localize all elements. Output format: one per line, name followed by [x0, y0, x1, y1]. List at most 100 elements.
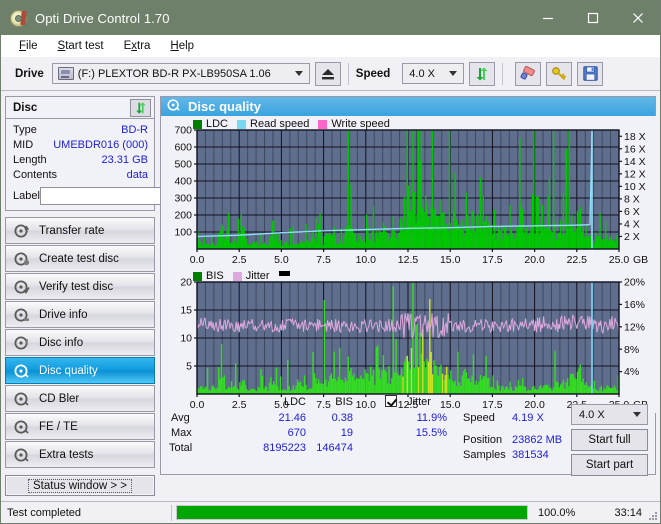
legend-swatch-jitter	[232, 271, 242, 281]
disc-bler-icon	[14, 391, 30, 407]
svg-text:17.5: 17.5	[482, 254, 503, 266]
disc-row-mid: MID UMEBDR016 (000)	[13, 137, 148, 152]
eraser-button[interactable]	[515, 61, 542, 86]
stats-row-avg-name: Avg	[171, 412, 190, 424]
svg-text:4%: 4%	[624, 366, 639, 378]
disc-create-icon	[14, 251, 30, 267]
speed-select-bottom[interactable]: 4.0 X	[571, 404, 648, 425]
svg-text:2 X: 2 X	[624, 231, 640, 243]
menu-item-help[interactable]: Help	[160, 38, 204, 54]
legend-swatch-write-speed	[318, 119, 328, 129]
sidebar-item-disc-info[interactable]: Disc info	[5, 329, 155, 356]
sidebar-item-cd-bler[interactable]: CD Bler	[5, 385, 155, 412]
menu-item-start-test[interactable]: Start test	[48, 38, 114, 54]
app-icon	[10, 9, 27, 27]
svg-text:7.5: 7.5	[316, 254, 331, 266]
disc-key-length: Length	[13, 153, 47, 166]
sidebar-item-verify-test-disc[interactable]: Verify test disc	[5, 273, 155, 300]
sidebar-label-create-test-disc: Create test disc	[39, 252, 119, 265]
svg-text:600: 600	[174, 142, 192, 154]
legend-label-write-speed: Write speed	[331, 118, 390, 130]
disc-fete-icon	[14, 419, 30, 435]
jitter-checkbox[interactable]	[385, 395, 397, 407]
legend-item-jitter: Jitter	[232, 270, 270, 282]
sidebar-label-disc-info: Disc info	[39, 336, 84, 349]
disc-label-caption: Label	[13, 190, 40, 202]
disc-value-contents: data	[126, 168, 148, 181]
legend-swatch-bis	[193, 271, 202, 281]
svg-text:400: 400	[174, 176, 192, 188]
toolbar-divider	[347, 62, 349, 85]
start-full-button[interactable]: Start full	[571, 429, 648, 451]
legend-label-ldc: LDC	[206, 118, 229, 130]
key-button[interactable]	[546, 61, 573, 86]
stats-avg-jitter: 11.9%	[416, 412, 447, 424]
disc-key-type: Type	[13, 123, 37, 136]
speed-select[interactable]: 4.0 X	[402, 63, 465, 84]
save-button[interactable]	[577, 61, 604, 86]
disc-info-icon	[14, 335, 30, 351]
sidebar-item-disc-quality[interactable]: Disc quality	[5, 357, 155, 384]
svg-text:6 X: 6 X	[624, 206, 640, 218]
eject-button[interactable]	[314, 61, 341, 86]
sidebar-item-extra-tests[interactable]: Extra tests	[5, 441, 155, 468]
statistics-area: LDC BIS Jitter Avg 21.46 0.38 11.9% Max …	[161, 394, 655, 476]
disc-value-type: BD-R	[121, 123, 148, 136]
svg-text:18 X: 18 X	[624, 131, 646, 143]
legend-label-jitter: Jitter	[245, 270, 270, 282]
start-part-button[interactable]: Start part	[571, 454, 648, 476]
disc-row-contents: Contents data	[13, 167, 148, 182]
svg-text:100: 100	[174, 227, 192, 239]
maximize-button[interactable]	[570, 1, 615, 35]
disc-key-contents: Contents	[13, 168, 58, 181]
close-button[interactable]	[615, 1, 660, 35]
minimize-button[interactable]	[525, 1, 570, 35]
menu-item-extra[interactable]: Extra	[114, 38, 161, 54]
bis-chart: BIS Jitter 0.0 2.5 5.0 7.5 10.0 12.5 15.0 17.5 2…	[161, 268, 658, 413]
legend-item-bis: BIS	[193, 270, 224, 282]
sidebar-item-fe-te[interactable]: FE / TE	[5, 413, 155, 440]
sidebar-item-drive-info[interactable]: Drive info	[5, 301, 155, 328]
start-part-label: Start part	[585, 459, 634, 471]
svg-text:16 X: 16 X	[624, 143, 646, 155]
bis-chart-legend: BIS Jitter	[193, 270, 290, 282]
toolbar-divider	[502, 62, 504, 85]
sidebar-item-transfer-rate[interactable]: Transfer rate	[5, 217, 155, 244]
position-value: 23862 MB	[512, 434, 563, 446]
svg-text:0.0: 0.0	[190, 254, 205, 266]
svg-text:200: 200	[174, 210, 192, 222]
stats-max-ldc: 670	[287, 427, 306, 439]
disc-label-row: Label	[13, 186, 242, 206]
panel-title: Disc quality	[188, 99, 261, 114]
jitter-checkbox-group[interactable]: Jitter	[385, 395, 431, 408]
sidebar-label-fe-te: FE / TE	[39, 420, 78, 433]
sidebar-label-disc-quality: Disc quality	[39, 364, 98, 377]
svg-text:500: 500	[174, 159, 192, 171]
stats-header-bis: BIS	[335, 396, 353, 408]
speed-select-value: 4.0 X	[409, 67, 435, 80]
svg-text:10.0: 10.0	[356, 254, 377, 266]
svg-text:25.0: 25.0	[609, 254, 630, 266]
disc-verify-icon	[14, 279, 30, 295]
svg-text:300: 300	[174, 193, 192, 205]
sidebar-item-create-test-disc[interactable]: Create test disc	[5, 245, 155, 272]
status-window-button[interactable]: Status window > >	[5, 475, 155, 496]
title-bar: Opti Drive Control 1.70	[1, 1, 660, 35]
disc-transfer-icon	[14, 223, 30, 239]
svg-text:2.5: 2.5	[232, 254, 247, 266]
left-sidebar: Disc Type BD-R MID UMEBDR016 (000) Lengt…	[1, 91, 242, 496]
drive-select[interactable]: (F:) PLEXTOR BD-R PX-LB950SA 1.06	[51, 63, 310, 84]
resize-grip[interactable]	[647, 510, 657, 520]
nav-list: Transfer rate Create test disc Verify te…	[5, 217, 155, 468]
svg-text:GB: GB	[633, 254, 648, 266]
speed-readout-value: 4.19 X	[512, 412, 544, 424]
svg-text:12 X: 12 X	[624, 168, 646, 180]
svg-text:14 X: 14 X	[624, 156, 646, 168]
refresh-button[interactable]	[469, 61, 496, 86]
disc-info-rows: Type BD-R MID UMEBDR016 (000) Length 23.…	[6, 119, 242, 210]
disc-refresh-button[interactable]	[130, 98, 151, 117]
menu-item-file[interactable]: FFileile	[9, 38, 48, 54]
drive-select-value: (F:) PLEXTOR BD-R PX-LB950SA 1.06	[77, 67, 271, 80]
disc-drive-icon	[14, 307, 30, 323]
legend-swatch-ldc	[193, 119, 202, 129]
